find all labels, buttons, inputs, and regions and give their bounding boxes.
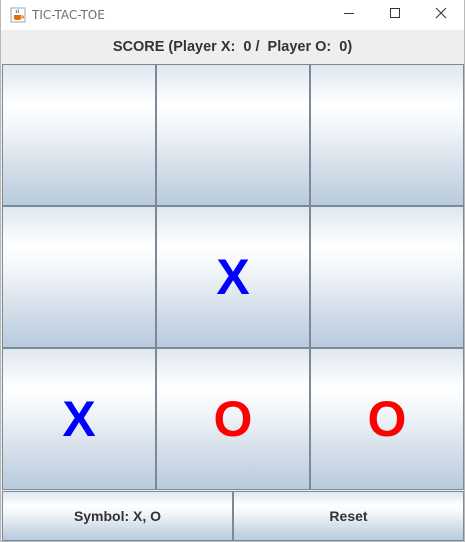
board-cell-6[interactable]	[310, 206, 464, 348]
symbol-button[interactable]: Symbol: X, O	[2, 491, 233, 541]
board-cell-8[interactable]: O	[156, 348, 310, 490]
minimize-button[interactable]	[326, 0, 372, 30]
title-bar[interactable]: TIC-TAC-TOE	[1, 0, 464, 30]
maximize-icon	[389, 6, 401, 24]
board-cell-4[interactable]	[2, 206, 156, 348]
cell-mark: O	[213, 391, 253, 447]
score-header: SCORE (Player X: 0 / Player O: 0)	[2, 31, 463, 63]
cell-mark: X	[62, 391, 96, 447]
app-window: TIC-TAC-TOE SCORE (Player X: 0 / Player …	[0, 0, 465, 542]
board-cell-2[interactable]	[156, 64, 310, 206]
cell-mark: O	[367, 391, 407, 447]
close-icon	[435, 6, 447, 24]
minimize-icon	[343, 6, 355, 24]
score-label: SCORE (Player X: 0 / Player O: 0)	[112, 39, 353, 55]
close-button[interactable]	[418, 0, 464, 30]
window-title: TIC-TAC-TOE	[32, 8, 105, 22]
board-cell-3[interactable]	[310, 64, 464, 206]
java-cup-icon	[10, 7, 26, 23]
board-cell-7[interactable]: X	[2, 348, 156, 490]
board-cell-1[interactable]	[2, 64, 156, 206]
maximize-button[interactable]	[372, 0, 418, 30]
cell-mark: X	[216, 249, 250, 305]
bottom-controls: Symbol: X, O Reset	[2, 491, 464, 541]
board-cell-5[interactable]: X	[156, 206, 310, 348]
board-cell-9[interactable]: O	[310, 348, 464, 490]
reset-button[interactable]: Reset	[233, 491, 464, 541]
game-board: X X O O	[2, 64, 464, 490]
